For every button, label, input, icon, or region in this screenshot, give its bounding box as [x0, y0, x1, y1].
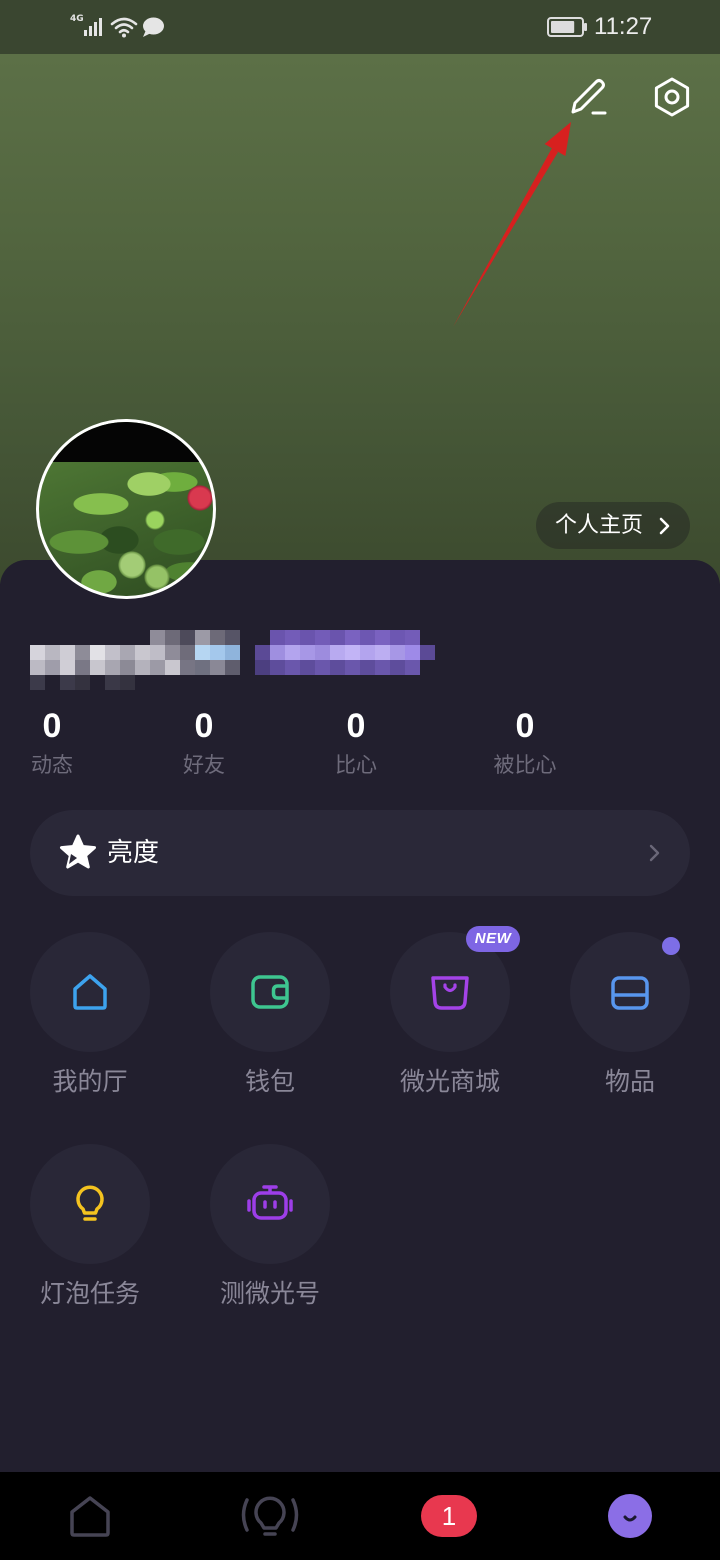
stat-value: 0: [194, 707, 214, 745]
status-bar: 4G 11:27: [0, 0, 720, 54]
annotation-arrow: [453, 122, 571, 327]
profile-smile-icon[interactable]: [608, 1494, 652, 1538]
signal-icon: [84, 18, 102, 36]
tile-icon-circle: [30, 932, 150, 1052]
tile-shop[interactable]: 微光商城: [390, 932, 510, 1102]
stat-label: 动态: [31, 753, 73, 777]
tile-icon-circle: [30, 1144, 150, 1264]
house-icon: [73, 974, 107, 1010]
notification-dot: [662, 937, 680, 955]
tile-label: 我的厅: [52, 1067, 128, 1096]
brightness-label: 亮度: [107, 838, 160, 868]
battery-fill: [551, 21, 575, 33]
stat-label: 比心: [335, 753, 377, 777]
star-icon: [60, 834, 96, 869]
drawer-icon: [611, 976, 649, 1010]
robot-icon: [247, 1185, 293, 1220]
wifi-icon: [110, 17, 138, 38]
stat-value: 0: [42, 707, 62, 745]
shopping-bag-icon: [431, 976, 469, 1010]
new-badge: NEW: [466, 926, 520, 952]
tile-label: 物品: [604, 1067, 655, 1096]
wallet-icon: [251, 975, 289, 1009]
chevron-right-icon: [659, 517, 670, 534]
avatar-photo-band: [39, 422, 213, 462]
profile-page-button[interactable]: 个人主页: [536, 502, 690, 549]
stat-label: 被比心: [493, 753, 557, 777]
user-tag-mosaic: [255, 630, 435, 675]
home-icon[interactable]: [68, 1494, 112, 1538]
brightness-row[interactable]: 亮度: [30, 810, 690, 896]
stat-value: 0: [515, 707, 535, 745]
tile-test-id[interactable]: 测微光号: [210, 1144, 330, 1314]
stat-label: 好友: [183, 753, 225, 777]
tile-my-hall[interactable]: 我的厅: [30, 932, 150, 1102]
profile-page-label: 个人主页: [555, 513, 644, 538]
chevron-right-icon: [649, 844, 660, 862]
chat-bubble-icon: [143, 17, 164, 37]
stat-hearts-given[interactable]: 0 比心: [306, 706, 406, 780]
bulb-waves-icon[interactable]: [240, 1493, 300, 1539]
tile-label: 微光商城: [399, 1067, 500, 1096]
battery-icon: [547, 17, 587, 37]
tile-label: 灯泡任务: [39, 1279, 140, 1308]
stat-value: 0: [346, 707, 366, 745]
tile-icon-circle: [210, 1144, 330, 1264]
status-time: 11:27: [594, 13, 653, 40]
tile-label: 钱包: [244, 1067, 295, 1096]
settings-hexagon-icon[interactable]: [651, 76, 693, 118]
stat-friends[interactable]: 0 好友: [154, 706, 254, 780]
tile-label: 测微光号: [219, 1279, 320, 1308]
stat-posts[interactable]: 0 动态: [2, 706, 102, 780]
avatar[interactable]: [36, 419, 216, 599]
lightbulb-icon: [76, 1185, 104, 1221]
stat-hearts-received[interactable]: 0 被比心: [465, 706, 585, 780]
tile-bulb-tasks[interactable]: 灯泡任务: [30, 1144, 150, 1314]
tile-items[interactable]: 物品: [570, 932, 690, 1102]
tile-wallet[interactable]: 钱包: [210, 932, 330, 1102]
messages-badge[interactable]: 1: [421, 1495, 477, 1537]
username-mosaic: [30, 630, 240, 690]
tile-icon-circle: [210, 932, 330, 1052]
